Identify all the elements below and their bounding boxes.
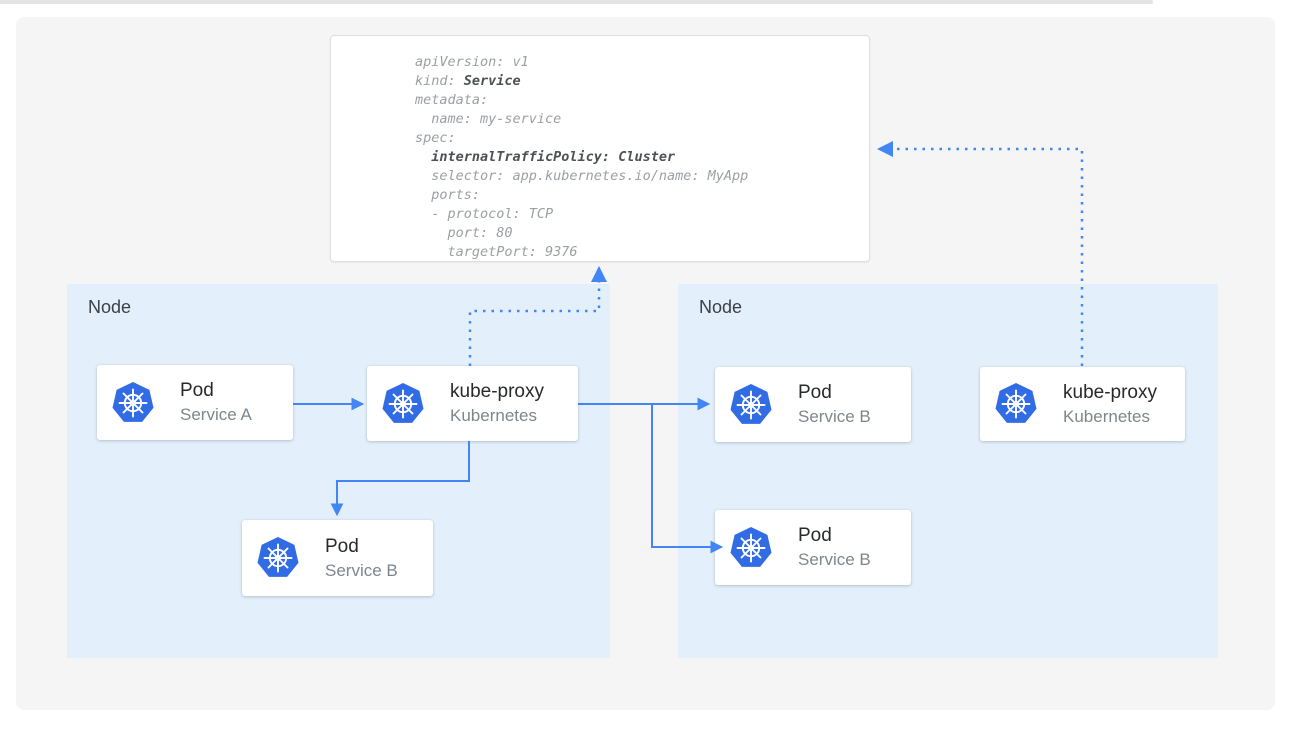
node-label: Node <box>88 297 131 318</box>
yaml-line: selector: app.kubernetes.io/name: MyApp <box>415 167 869 186</box>
card-subtitle: Service A <box>180 404 252 426</box>
yaml-line: apiVersion: v1 <box>415 53 869 72</box>
card-title: Pod <box>180 379 252 403</box>
kubernetes-icon <box>729 383 773 427</box>
node-box-left: Node <box>67 284 610 658</box>
card-title: Pod <box>798 381 871 405</box>
card-title: Pod <box>798 524 871 548</box>
yaml-line: targetPort: 9376 <box>415 243 869 262</box>
yaml-line-internal-traffic-policy: internalTrafficPolicy: Cluster <box>415 148 869 167</box>
card-subtitle: Service B <box>325 560 398 582</box>
kubernetes-icon <box>994 382 1038 426</box>
kubernetes-service-traffic-diagram: apiVersion: v1 kind: Service metadata: n… <box>0 0 1296 729</box>
node-box-right: Node <box>678 284 1218 658</box>
yaml-line: ports: <box>415 186 869 205</box>
card-pod-service-b-right-top: Pod Service B <box>715 367 911 442</box>
kubernetes-icon <box>256 536 300 580</box>
card-pod-service-a: Pod Service A <box>97 365 293 440</box>
kubernetes-icon <box>729 526 773 570</box>
card-kube-proxy-right: kube-proxy Kubernetes <box>980 367 1185 441</box>
card-subtitle: Service B <box>798 406 871 428</box>
card-subtitle: Service B <box>798 549 871 571</box>
card-pod-service-b-left: Pod Service B <box>242 520 433 596</box>
card-title: kube-proxy <box>450 380 544 404</box>
service-yaml-card: apiVersion: v1 kind: Service metadata: n… <box>330 35 870 262</box>
card-pod-service-b-right-bottom: Pod Service B <box>715 510 911 585</box>
yaml-line: spec: <box>415 129 869 148</box>
kubernetes-icon <box>111 381 155 425</box>
top-divider <box>0 0 1153 4</box>
node-label: Node <box>699 297 742 318</box>
yaml-line: kind: Service <box>415 72 869 91</box>
yaml-line: name: my-service <box>415 110 869 129</box>
card-title: Pod <box>325 535 398 559</box>
card-subtitle: Kubernetes <box>450 405 544 427</box>
yaml-line: metadata: <box>415 91 869 110</box>
card-kube-proxy-left: kube-proxy Kubernetes <box>367 366 578 441</box>
card-subtitle: Kubernetes <box>1063 406 1157 428</box>
yaml-line: port: 80 <box>415 224 869 243</box>
kubernetes-icon <box>381 382 425 426</box>
yaml-line: - protocol: TCP <box>415 205 869 224</box>
card-title: kube-proxy <box>1063 381 1157 405</box>
